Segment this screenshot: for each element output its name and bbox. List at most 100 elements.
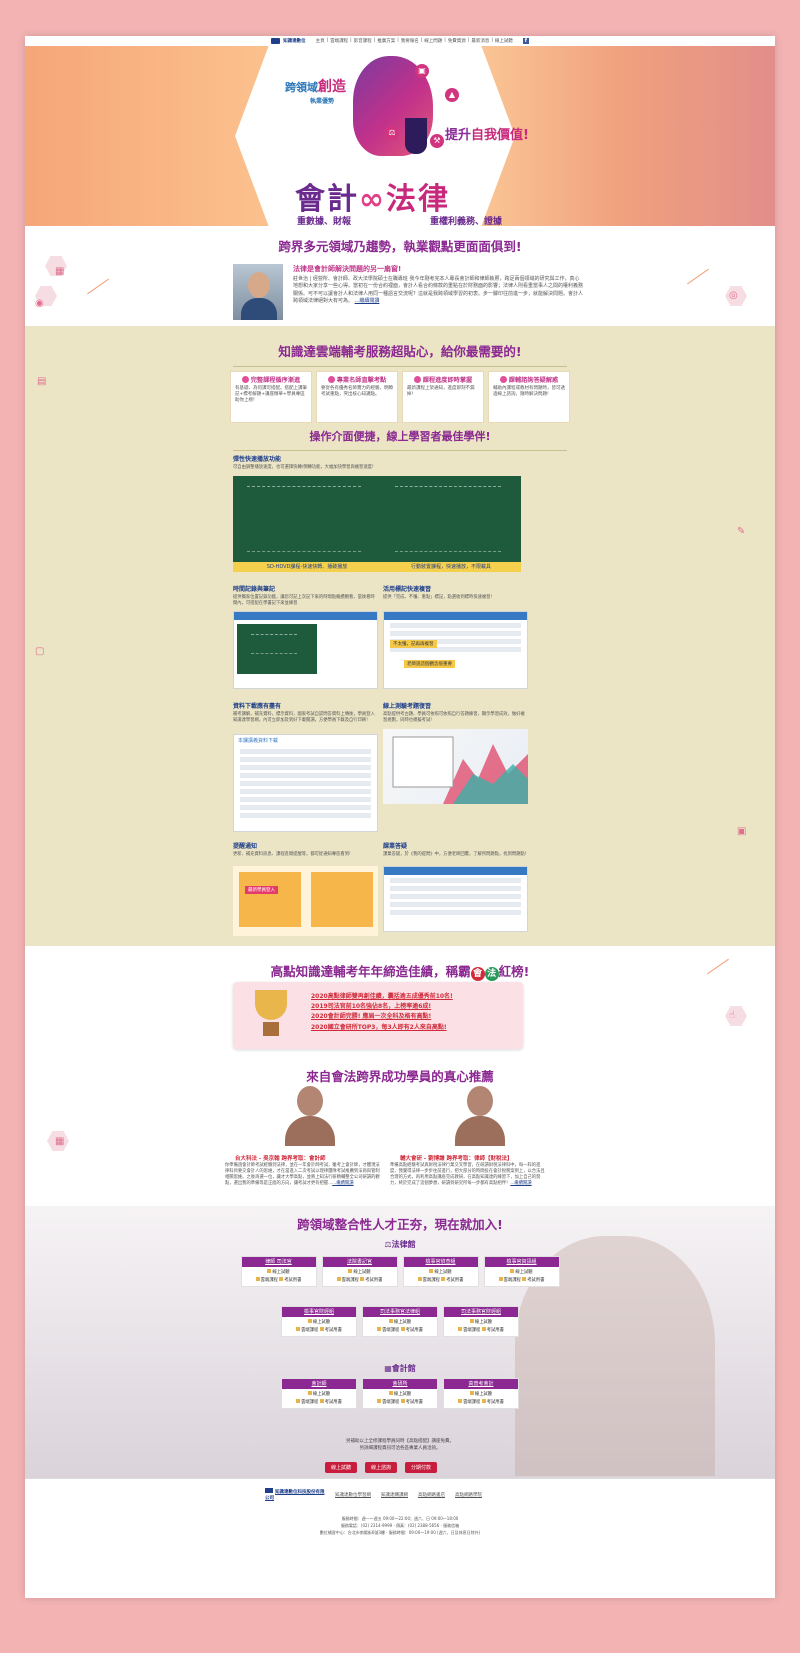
page: 知識達數位 主頁 | 雲端課程 | 影音課程 | 推廣方案 | 我要報名 | 線上問題 | … (25, 36, 775, 1598)
join-title: 跨領域整合性人才正夯，現在就加入! (297, 1217, 503, 1232)
top-link[interactable]: 免費資源 (448, 38, 466, 44)
join-actions: 線上試聽 線上諮詢 分期付款 (325, 1462, 438, 1473)
top-link[interactable]: 我要報名 (401, 38, 419, 44)
footer-link[interactable]: 知識達購課網 (381, 1492, 408, 1498)
play-icon (429, 1269, 434, 1273)
book-icon: ▤ (37, 376, 47, 387)
top-links: 主頁 | 雲端課程 | 影音課程 | 推廣方案 | 我要報名 | 線上問題 | 免費資源 | … (315, 38, 513, 44)
hero-title: 會計∞法律 (295, 182, 450, 217)
course-card: 檢事官偵查組 線上試聽 雲端課程 考試用書 (402, 1256, 479, 1287)
feature-exams: 線上測驗考題復習 高點提供考古題、學員可依照可依照自行答題練習，顯示學習成效，做好… (383, 703, 525, 723)
mobile-video-screenshot: 行動裝置課程，快速播放，不限載具 (381, 476, 521, 572)
book-icon (279, 1276, 284, 1281)
cursor-icon: ☝ (729, 1010, 736, 1021)
feature-time-notes: 時間記錄與筆記 提供獨家位置記錄功能，讓您可記上次記下來的時間點繼續觀看，當後看時… (233, 586, 375, 606)
play-icon (469, 1391, 474, 1395)
hero-tagline-1: 跨領域創造 執業優勢 (285, 79, 346, 105)
play-icon (510, 1269, 515, 1273)
top-link[interactable]: 雲端課程 (330, 38, 348, 44)
footer-link[interactable]: 高點網路書店 (418, 1492, 445, 1498)
decor-arrow (687, 268, 709, 285)
video-player-screenshot: SD-HDVD課程-快速快轉、播破播放 (233, 476, 381, 572)
service-card: 完整課程循序漸進 有基礎、為何課可搭配。搭配上課筆記+標考解題+講座精華+學員專區… (230, 371, 312, 423)
intro-heading: 法律是會計師解決問題的另一扇窗! (293, 265, 402, 273)
book-icon (400, 1398, 405, 1403)
award-item[interactable]: 2020國立會研所TOP3，每3人即有2人來自高點! (311, 1023, 453, 1033)
target-icon: ◎ (729, 290, 738, 301)
feature-qa: 課業答疑 課業答疑，於《我的提問》中，方便老師回覆，了解所問題點，找到問題點! (383, 843, 527, 857)
service-card: 專業名師直擊考點 要從各有優秀名師實力的經驗，明瞭考試重點，突出核心知識點。 (316, 371, 398, 423)
book-icon (441, 1276, 446, 1281)
testimonial-text: 準備高點經驗考試與財稅法律行業交叉學習，在研讀財稅法律科中，每一科的進度，我覺得… (390, 1163, 545, 1186)
top-link[interactable]: 最新消息 (471, 38, 489, 44)
bank-icon: ▣ (415, 64, 429, 78)
course-card: 檢事官財經組 線上試聽 雲端課程 考試用書 (281, 1306, 357, 1337)
scale-icon: ⚖ (385, 126, 399, 140)
footer-link[interactable]: 高點網路學院 (455, 1492, 482, 1498)
play-icon (307, 1319, 312, 1323)
intro-text: 莊世治 | 經營所、會計師、政大法學院碩士在職專班 我今年剛考完本人專長會計師和… (293, 276, 584, 304)
cloud-icon (296, 1326, 301, 1331)
facebook-icon[interactable]: f (522, 38, 529, 44)
notes-screenshot (233, 611, 378, 689)
cloud-icon (255, 1276, 260, 1281)
hero-tagline-2: 提升自我價值! (445, 128, 529, 143)
play-icon (267, 1269, 272, 1273)
intro-section: ▦ ◉ ◎ 跨界多元領域乃趨勢，執業觀點更面面俱到! 法律是會計師解決問題的另一… (25, 226, 775, 326)
footer: 知識達數位科技股份有限公司 知識達數位學習網 知識達購課網 高點網路書店 高點網… (25, 1478, 775, 1598)
book-icon (481, 1326, 486, 1331)
top-link[interactable]: 影音課程 (354, 38, 372, 44)
testimonials-section: ▦ 來自會法跨界成功學員的真心推薦 台大科法 - 吳京翰 跨界考取：會計師 你準… (25, 1066, 775, 1206)
notifications-screenshot: 最新學員登入 (233, 866, 378, 936)
student-avatar (455, 1086, 505, 1146)
award-list: 2020高點律師雙再創佳績，囊括逾五成優秀前10名! 2019司法官前10名強佔… (311, 992, 453, 1033)
course-card: 法院書記官 線上試聽 雲端課程 考試用書 (321, 1256, 398, 1287)
course-card: 律師 司法官 線上試聽 雲端課程 考試用書 (240, 1256, 317, 1287)
chart-icon: ▲ (445, 88, 459, 102)
cloud-icon (458, 1398, 463, 1403)
calendar-icon: ▦ (55, 266, 65, 277)
cloud-icon (377, 1326, 382, 1331)
book-icon (319, 1398, 324, 1403)
feature-marks: 活用標記快速複習 提供「完成、不懂、重點」標記，點選收到標時快速複習! (383, 586, 493, 600)
top-link[interactable]: 主頁 (316, 38, 325, 44)
play-icon (469, 1319, 474, 1323)
feature-notifications: 提醒通知 更新、補充資料訊息、課程區間提醒等，都可從通知專區看到! (233, 843, 351, 857)
top-link[interactable]: 線上問題 (424, 38, 442, 44)
installment-button[interactable]: 分期付款 (405, 1462, 438, 1473)
trophy-icon (255, 990, 287, 1036)
read-more-link[interactable]: ...繼續閱讀 (355, 298, 380, 304)
free-trial-button[interactable]: 線上試聽 (325, 1462, 358, 1473)
course-card: 司法事務官財經組 線上試聽 雲端課程 考試用書 (443, 1306, 519, 1337)
footer-link[interactable]: 知識達數位學習網 (335, 1492, 371, 1498)
award-item[interactable]: 2019司法官前10名強佔8名，上榜率逾6成! (311, 1002, 453, 1012)
top-link[interactable]: 推廣方案 (377, 38, 395, 44)
consult-button[interactable]: 線上諮詢 (365, 1462, 398, 1473)
hero-banner: ▣ ▲ ⚒ ⚖ 跨領域創造 執業優勢 提升自我價值! 會計∞法律 重數據、財報 重… (25, 46, 775, 227)
intro-title: 跨界多元領域乃趨勢，執業觀點更面面俱到! (278, 239, 522, 254)
cloud-icon (336, 1276, 341, 1281)
footer-links: 知識達數位科技股份有限公司 知識達數位學習網 知識達購課網 高點網路書店 高點網… (265, 1488, 482, 1501)
chat-icon (499, 376, 507, 383)
course-card: 高普考會計 線上試聽 雲端課程 考試用書 (443, 1378, 519, 1409)
teacher-icon (327, 376, 335, 383)
divider (233, 450, 567, 451)
accounting-course-row: 會計師 線上試聽 雲端課程 考試用書 會研所 線上試聽 雲端課程 考試用書 高普考會計線… (25, 1378, 775, 1409)
cloud-icon (377, 1398, 382, 1403)
service-card: 課程進度即時掌握 最新課程上架通知，進度即刻不漏掉! (402, 371, 484, 423)
feature-playback: 彈性快速播放功能 可自由調整播放速度，也可選擇快轉/倒轉功能，大幅加快學習與複習… (233, 456, 374, 470)
read-more-link[interactable]: ...繼續閱讀 (332, 1181, 353, 1186)
author-photo (233, 264, 283, 320)
gavel-icon: ⚒ (430, 134, 444, 148)
award-item[interactable]: 2020會計師完勝! 應屆一次全科及格有高點! (311, 1012, 453, 1022)
course-card: 司法事務官法律組 線上試聽 雲端課程 考試用書 (362, 1306, 438, 1337)
brand-logo[interactable]: 知識達數位 (271, 38, 306, 44)
eye-icon: ◉ (35, 298, 44, 309)
read-more-link[interactable]: ...繼續閱讀 (510, 1181, 531, 1186)
marks-screenshot: 不太懂，記再再複習 老師說這個觀念很重要 (383, 611, 528, 689)
book-icon (400, 1326, 405, 1331)
award-item[interactable]: 2020高點律師雙再創佳績，囊括逾五成優秀前10名! (311, 992, 453, 1002)
course-card: 檢事官資訊組 線上試聽 雲端課程 考試用書 (483, 1256, 560, 1287)
top-link[interactable]: 線上試聽 (495, 38, 513, 44)
footer-logo[interactable]: 知識達數位科技股份有限公司 (265, 1488, 325, 1501)
